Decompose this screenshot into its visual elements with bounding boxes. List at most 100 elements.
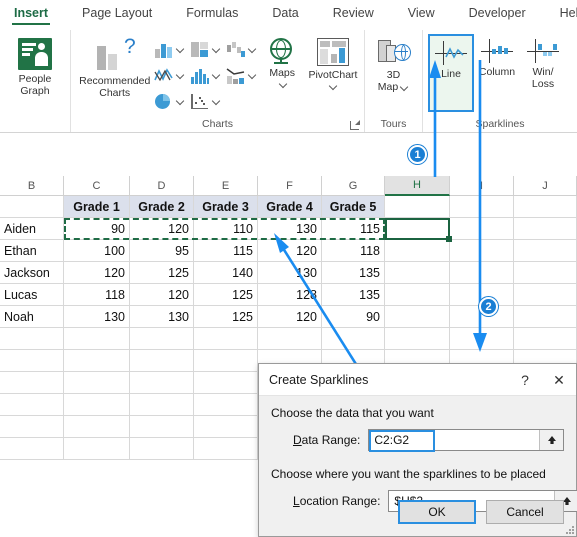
grid-cell[interactable] xyxy=(514,284,577,306)
chevron-down-icon[interactable] xyxy=(213,71,221,79)
tab-page-layout[interactable]: Page Layout xyxy=(82,6,152,24)
chevron-down-icon[interactable] xyxy=(177,71,185,79)
column-header-j[interactable]: J xyxy=(514,176,577,196)
grid-cell-header[interactable] xyxy=(0,196,64,218)
grid-cell-empty[interactable] xyxy=(322,328,385,350)
chevron-down-icon[interactable] xyxy=(213,97,221,105)
grid-cell[interactable]: Jackson xyxy=(0,262,64,284)
tab-developer[interactable]: Developer xyxy=(469,6,526,24)
grid-cell-empty[interactable] xyxy=(130,328,194,350)
grid-cell[interactable] xyxy=(385,240,450,262)
tab-review[interactable]: Review xyxy=(333,6,374,24)
grid-cell-empty[interactable] xyxy=(130,416,194,438)
grid-cell[interactable] xyxy=(385,218,450,240)
grid-cell[interactable]: 115 xyxy=(194,240,258,262)
grid-cell-header[interactable] xyxy=(385,196,450,218)
tab-data[interactable]: Data xyxy=(272,6,298,24)
insert-line-chart-button[interactable] xyxy=(154,62,190,88)
grid-cell-empty[interactable] xyxy=(194,438,258,460)
grid-cell-empty[interactable] xyxy=(0,438,64,460)
grid-cell-empty[interactable] xyxy=(514,328,577,350)
grid-cell[interactable]: 130 xyxy=(258,218,322,240)
grid-cell[interactable]: 135 xyxy=(322,262,385,284)
grid-cell-empty[interactable] xyxy=(450,328,514,350)
grid-cell[interactable] xyxy=(514,218,577,240)
insert-hierarchy-chart-button[interactable] xyxy=(190,36,226,62)
grid-cell[interactable]: 130 xyxy=(64,306,130,328)
chevron-down-icon[interactable] xyxy=(401,83,409,91)
insert-pie-chart-button[interactable] xyxy=(154,88,190,114)
data-range-input-wrap[interactable] xyxy=(368,429,564,452)
grid-cell[interactable]: 90 xyxy=(64,218,130,240)
grid-cell[interactable]: 125 xyxy=(194,306,258,328)
grid-cell[interactable]: 118 xyxy=(64,284,130,306)
maps-button[interactable]: Maps xyxy=(262,34,301,88)
grid-cell[interactable]: 120 xyxy=(64,262,130,284)
grid-cell-empty[interactable] xyxy=(194,394,258,416)
grid-cell[interactable] xyxy=(385,284,450,306)
grid-cell[interactable] xyxy=(514,262,577,284)
grid-cell[interactable] xyxy=(450,218,514,240)
grid-cell[interactable]: 118 xyxy=(322,240,385,262)
insert-waterfall-chart-button[interactable] xyxy=(226,36,262,62)
grid-cell[interactable]: Ethan xyxy=(0,240,64,262)
chevron-down-icon[interactable] xyxy=(177,97,185,105)
grid-cell[interactable]: 120 xyxy=(130,284,194,306)
sparkline-column-button[interactable]: Column xyxy=(474,34,520,112)
grid-cell-empty[interactable] xyxy=(194,328,258,350)
grid-cell-empty[interactable] xyxy=(194,416,258,438)
grid-cell[interactable]: 125 xyxy=(194,284,258,306)
column-header-c[interactable]: C xyxy=(64,176,130,196)
chevron-down-icon[interactable] xyxy=(249,45,257,53)
tab-view[interactable]: View xyxy=(408,6,435,24)
grid-cell[interactable]: 120 xyxy=(130,218,194,240)
data-range-input[interactable] xyxy=(369,430,539,450)
grid-cell-empty[interactable] xyxy=(64,416,130,438)
grid-cell[interactable]: Lucas xyxy=(0,284,64,306)
chevron-down-icon[interactable] xyxy=(280,80,288,88)
grid-cell[interactable]: 120 xyxy=(258,306,322,328)
column-header-e[interactable]: E xyxy=(194,176,258,196)
grid-cell[interactable]: 125 xyxy=(130,262,194,284)
chevron-down-icon[interactable] xyxy=(177,45,185,53)
grid-cell[interactable]: Noah xyxy=(0,306,64,328)
grid-cell-header[interactable]: Grade 2 xyxy=(130,196,194,218)
grid-cell-header[interactable]: Grade 4 xyxy=(258,196,322,218)
grid-cell[interactable]: 128 xyxy=(258,284,322,306)
column-header-d[interactable]: D xyxy=(130,176,194,196)
grid-cell[interactable]: 115 xyxy=(322,218,385,240)
grid-cell[interactable]: 120 xyxy=(258,240,322,262)
recommended-charts-button[interactable]: ? Recommended Charts xyxy=(79,34,150,99)
ok-button[interactable]: OK xyxy=(398,500,476,524)
grid-cell-empty[interactable] xyxy=(0,328,64,350)
grid-cell-empty[interactable] xyxy=(0,372,64,394)
sparkline-winloss-button[interactable]: Win/ Loss xyxy=(520,34,566,112)
pivotchart-button[interactable]: PivotChart xyxy=(302,34,364,90)
grid-cell[interactable]: 95 xyxy=(130,240,194,262)
grid-cell[interactable]: 135 xyxy=(322,284,385,306)
cancel-button[interactable]: Cancel xyxy=(486,500,564,524)
grid-cell-empty[interactable] xyxy=(130,350,194,372)
tab-formulas[interactable]: Formulas xyxy=(186,6,238,24)
tab-insert[interactable]: Insert xyxy=(11,6,51,25)
grid-cell-header[interactable]: Grade 1 xyxy=(64,196,130,218)
grid-cell[interactable]: 130 xyxy=(258,262,322,284)
column-header-g[interactable]: G xyxy=(322,176,385,196)
insert-statistic-chart-button[interactable] xyxy=(190,62,226,88)
grid-cell-empty[interactable] xyxy=(0,350,64,372)
charts-dialog-launcher[interactable] xyxy=(350,120,360,130)
column-header-i[interactable]: I xyxy=(450,176,514,196)
grid-cell-empty[interactable] xyxy=(64,372,130,394)
resize-grip[interactable] xyxy=(564,524,574,534)
grid-cell-header[interactable] xyxy=(514,196,577,218)
grid-cell-header[interactable]: Grade 3 xyxy=(194,196,258,218)
chevron-down-icon[interactable] xyxy=(249,71,257,79)
insert-column-chart-button[interactable] xyxy=(154,36,190,62)
grid-cell-empty[interactable] xyxy=(194,372,258,394)
column-header-h[interactable]: H xyxy=(385,176,450,196)
data-range-collapse-button[interactable] xyxy=(539,430,563,450)
people-graph-button[interactable]: People Graph xyxy=(6,34,64,97)
grid-cell[interactable]: 140 xyxy=(194,262,258,284)
grid-cell-empty[interactable] xyxy=(0,394,64,416)
grid-cell-header[interactable] xyxy=(450,196,514,218)
